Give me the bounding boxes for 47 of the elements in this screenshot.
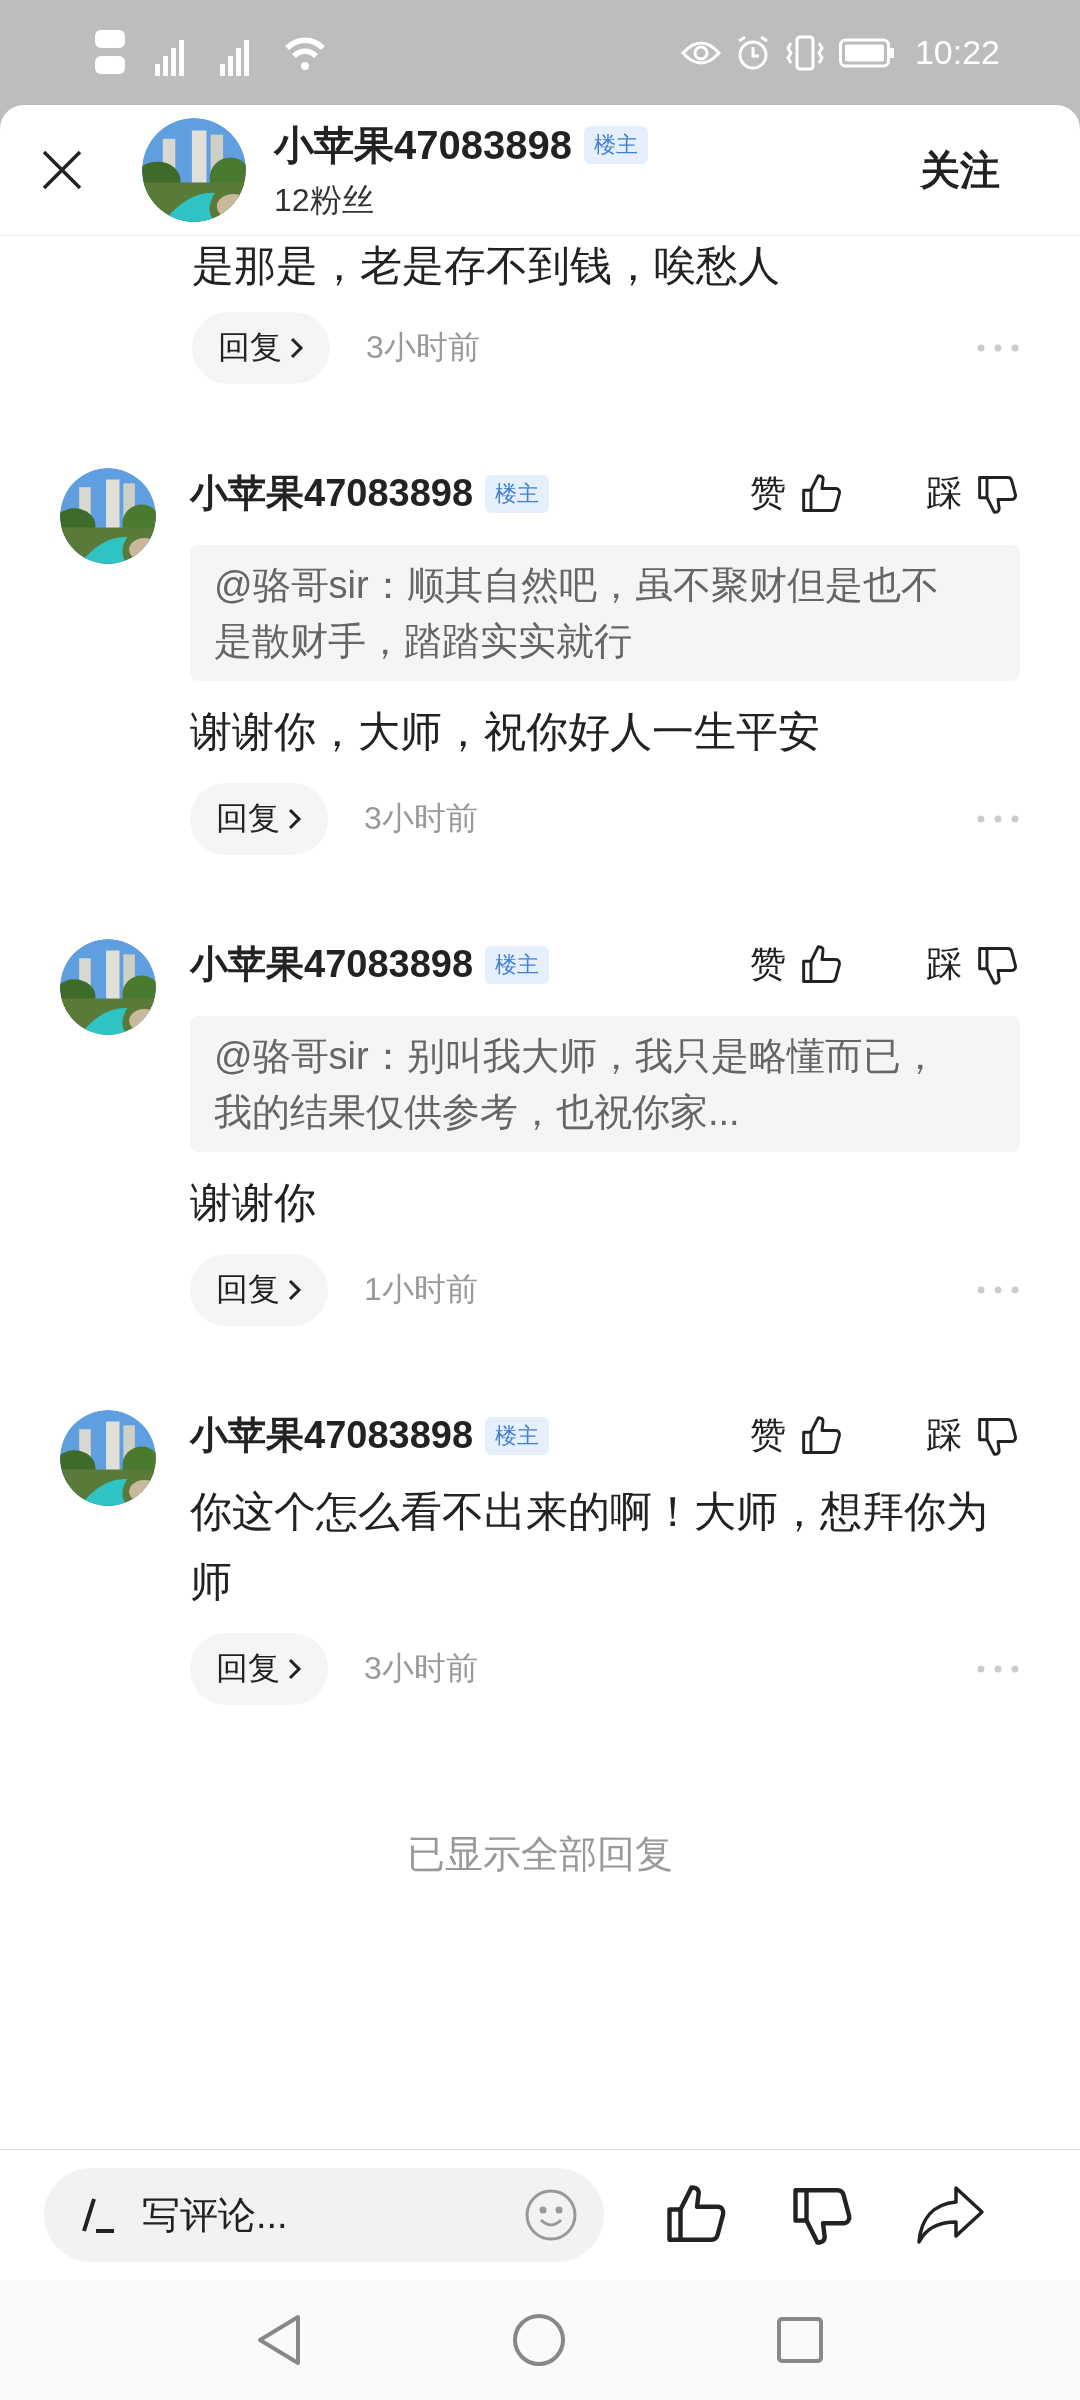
recents-icon[interactable] [776, 2316, 824, 2364]
comment-time: 3小时前 [366, 328, 480, 367]
comment-text: 谢谢你，大师，祝你好人一生平安 [190, 707, 821, 757]
chevron-icon [288, 1278, 302, 1302]
commenter-name: 小苹果47083898 [190, 471, 474, 516]
chevron-icon [288, 807, 302, 831]
follower-count: 12粉丝 [274, 180, 375, 220]
dislike-button[interactable]: 踩 [926, 469, 1020, 518]
close-icon[interactable] [40, 148, 84, 192]
like-button[interactable]: 赞 [750, 469, 844, 518]
author-badge: 楼主 [485, 1416, 550, 1455]
home-icon[interactable] [512, 2313, 566, 2367]
share-icon [916, 2184, 986, 2246]
chevron-icon [290, 336, 304, 360]
comment-text: 是那是，老是存不到钱，唉愁人 [192, 241, 781, 291]
commenter-name: 小苹果47083898 [190, 942, 474, 987]
reply-button[interactable]: 回复 [190, 1633, 328, 1705]
battery-icon [838, 37, 895, 68]
chevron-icon [288, 1657, 302, 1681]
author-badge: 楼主 [583, 126, 648, 164]
quoted-reply: @骆哥sir：顺其自然吧，虽不聚财但是也不是散财手，踏踏实实就行 [190, 545, 1020, 681]
like-button[interactable]: 赞 [750, 940, 844, 989]
end-note: 已显示全部回复 [406, 1832, 674, 1877]
dislike-button[interactable]: 踩 [926, 1411, 1020, 1460]
status-time: 10:22 [914, 33, 1000, 72]
follow-button[interactable]: 关注 [880, 132, 1040, 208]
comment-text: 谢谢你 [190, 1178, 317, 1228]
author-name: 小苹果47083898 [274, 121, 572, 169]
dislike-button[interactable]: 踩 [926, 940, 1020, 989]
share-button[interactable] [916, 2184, 986, 2246]
comment-field[interactable]: 写评论... [44, 2168, 604, 2262]
back-icon[interactable] [256, 2313, 302, 2367]
author-badge: 楼主 [485, 945, 550, 984]
vibrate-icon [784, 34, 825, 71]
comment-time: 3小时前 [364, 1649, 478, 1688]
reply-button[interactable]: 回复 [190, 1254, 328, 1326]
like-button[interactable]: 赞 [750, 1411, 844, 1460]
comment-input[interactable]: 写评论... [140, 2192, 500, 2238]
comment-time: 1小时前 [364, 1270, 478, 1309]
quoted-reply: @骆哥sir：别叫我大师，我只是略懂而已，我的结果仅供参考，也祝你家... [190, 1016, 1020, 1152]
comment-text: 你这个怎么看不出来的啊！大师，想拜你为师 [190, 1487, 989, 1607]
reply-button[interactable]: 回复 [192, 312, 330, 384]
reply-button[interactable]: 回复 [190, 783, 328, 855]
comment-time: 3小时前 [364, 799, 478, 838]
smiley-icon[interactable] [524, 2188, 578, 2242]
author-badge: 楼主 [485, 474, 550, 513]
commenter-name: 小苹果47083898 [190, 1413, 474, 1458]
